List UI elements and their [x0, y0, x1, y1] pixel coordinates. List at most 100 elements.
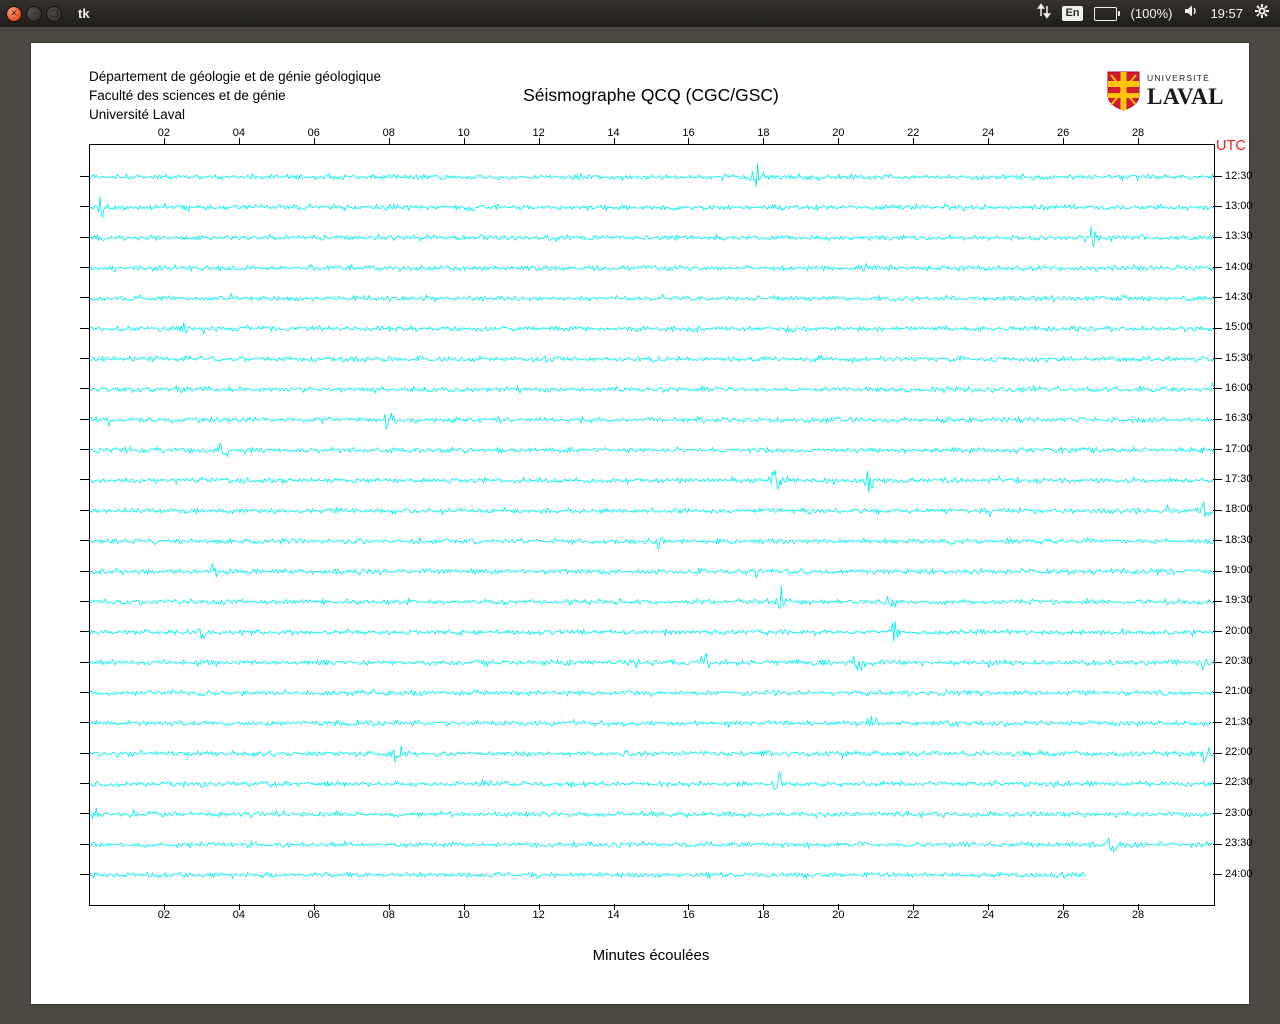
row-tick-mark-right	[1213, 297, 1222, 298]
seismo-trace	[90, 836, 1214, 852]
x-tick-mark-top	[913, 138, 915, 144]
row-tick-mark-left	[80, 874, 89, 875]
row-tick-mark-right	[1213, 874, 1222, 875]
row-tick-mark-right	[1213, 813, 1222, 814]
row-tick-mark-right	[1213, 844, 1222, 845]
row-tick-mark-left	[80, 540, 89, 541]
row-tick-mark-left	[80, 510, 89, 511]
seismo-trace	[90, 745, 1214, 764]
x-tick-mark-top	[1138, 138, 1140, 144]
row-tick-mark-left	[80, 722, 89, 723]
x-tick-label-bottom: 06	[307, 909, 320, 921]
header-line-1: Département de géologie et de génie géol…	[89, 69, 381, 84]
trace-row-label: 14:00	[1225, 261, 1253, 273]
x-tick-mark-bottom	[1138, 904, 1140, 910]
seismo-trace	[90, 870, 1087, 880]
row-tick-mark-right	[1213, 449, 1222, 450]
row-tick-mark-right	[1213, 631, 1222, 632]
x-tick-label-bottom: 26	[1057, 909, 1070, 921]
seismo-trace	[90, 322, 1214, 336]
row-tick-mark-right	[1213, 479, 1222, 480]
x-tick-label-bottom: 28	[1131, 909, 1145, 921]
x-tick-mark-top	[238, 138, 240, 144]
seismo-trace	[90, 770, 1214, 790]
trace-row-label: 22:30	[1225, 776, 1253, 788]
seismo-trace	[90, 562, 1214, 579]
seismo-trace	[90, 196, 1214, 218]
row-tick-mark-right	[1213, 753, 1222, 754]
header-line-3: Université Laval	[89, 107, 186, 122]
row-tick-mark-left	[80, 662, 89, 663]
volume-icon[interactable]	[1183, 3, 1199, 24]
seismograph-window: Département de géologie et de génie géol…	[30, 42, 1253, 1005]
x-tick-mark-bottom	[388, 904, 390, 910]
trace-row-label: 22:00	[1225, 746, 1253, 758]
x-tick-label-bottom: 22	[907, 909, 920, 921]
seismo-trace	[90, 715, 1214, 728]
x-tick-mark-bottom	[913, 904, 915, 910]
row-tick-mark-left	[80, 813, 89, 814]
trace-row-label: 21:00	[1225, 685, 1253, 697]
trace-row-label: 19:00	[1225, 564, 1253, 576]
row-tick-mark-left	[80, 267, 89, 268]
row-tick-mark-left	[80, 601, 89, 602]
row-tick-mark-right	[1213, 267, 1222, 268]
row-tick-mark-left	[80, 388, 89, 389]
window-controls: ✕ − ▢	[6, 5, 62, 22]
x-tick-mark-bottom	[538, 904, 540, 910]
minimize-button-icon[interactable]: −	[26, 5, 42, 22]
x-tick-label-bottom: 12	[532, 909, 545, 921]
x-tick-label-bottom: 04	[232, 909, 245, 921]
seismo-trace	[90, 621, 1214, 642]
x-tick-mark-bottom	[463, 904, 465, 910]
row-tick-mark-left	[80, 358, 89, 359]
row-tick-mark-right	[1213, 783, 1222, 784]
x-tick-label-bottom: 16	[682, 909, 695, 921]
x-tick-mark-top	[613, 138, 615, 144]
top-panel: ✕ − ▢ tk En (100%) 19:57	[0, 0, 1280, 27]
trace-row-label: 13:00	[1225, 200, 1253, 212]
close-button-icon[interactable]: ✕	[6, 5, 22, 22]
clock[interactable]: 19:57	[1210, 6, 1243, 21]
row-tick-mark-left	[80, 297, 89, 298]
trace-row-label: 21:30	[1225, 716, 1253, 728]
indicator-area: En (100%) 19:57	[1037, 3, 1270, 24]
row-tick-mark-left	[80, 692, 89, 693]
x-tick-mark-top	[313, 138, 315, 144]
row-tick-mark-right	[1213, 388, 1222, 389]
logo-text-top: UNIVERSITÉ	[1147, 73, 1211, 84]
universite-laval-logo: UNIVERSITÉ LAVAL	[1107, 71, 1224, 111]
row-tick-mark-right	[1213, 176, 1222, 177]
row-tick-mark-right	[1213, 328, 1222, 329]
seismogram-plot-area	[89, 144, 1215, 906]
x-tick-label-bottom: 14	[607, 909, 620, 921]
utc-axis-label: UTC	[1216, 138, 1246, 154]
keyboard-layout-indicator[interactable]: En	[1062, 6, 1083, 21]
row-tick-mark-right	[1213, 510, 1222, 511]
trace-row-label: 17:00	[1225, 443, 1253, 455]
session-gear-icon[interactable]	[1254, 3, 1270, 24]
seismo-trace	[90, 412, 1214, 431]
maximize-button-icon[interactable]: ▢	[46, 5, 62, 22]
seismo-trace	[90, 652, 1214, 672]
trace-row-label: 23:30	[1225, 837, 1253, 849]
row-tick-mark-left	[80, 206, 89, 207]
row-tick-mark-right	[1213, 419, 1222, 420]
x-tick-mark-top	[538, 138, 540, 144]
row-tick-mark-right	[1213, 358, 1222, 359]
row-tick-mark-right	[1213, 206, 1222, 207]
row-tick-mark-left	[80, 419, 89, 420]
x-tick-label-bottom: 24	[982, 909, 995, 921]
x-tick-mark-bottom	[163, 904, 165, 910]
battery-icon[interactable]	[1093, 6, 1120, 21]
updown-arrows-icon[interactable]	[1037, 3, 1052, 24]
x-tick-mark-bottom	[613, 904, 615, 910]
trace-row-label: 13:30	[1225, 230, 1253, 242]
x-tick-mark-top	[763, 138, 765, 144]
x-tick-label-bottom: 08	[382, 909, 395, 921]
seismo-trace	[90, 293, 1214, 304]
trace-row-label: 12:30	[1225, 170, 1253, 182]
trace-row-label: 24:00	[1225, 868, 1253, 880]
seismo-trace	[90, 536, 1214, 551]
row-tick-mark-right	[1213, 722, 1222, 723]
